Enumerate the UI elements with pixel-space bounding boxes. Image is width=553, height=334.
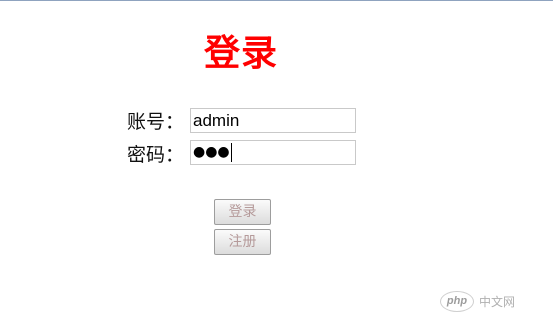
password-label: 密码： [127, 144, 185, 166]
watermark: php 中文网 [440, 290, 516, 312]
php-logo-icon: php [440, 290, 474, 312]
watermark-text: 中文网 [479, 294, 516, 309]
password-mask: ●●● [193, 144, 230, 160]
password-input[interactable]: ●●● [190, 140, 356, 165]
page-title: 登录 [204, 33, 279, 74]
account-label: 账号： [127, 111, 185, 133]
login-button[interactable]: 登录 [214, 199, 271, 225]
account-input-value: admin [193, 111, 240, 130]
login-page: 登录 账号： admin 密码： ●●● 登录 注册 php 中文网 [0, 0, 553, 334]
account-input[interactable]: admin [190, 108, 356, 133]
text-caret [230, 143, 232, 162]
register-button[interactable]: 注册 [214, 229, 271, 255]
top-border-line [0, 0, 553, 1]
